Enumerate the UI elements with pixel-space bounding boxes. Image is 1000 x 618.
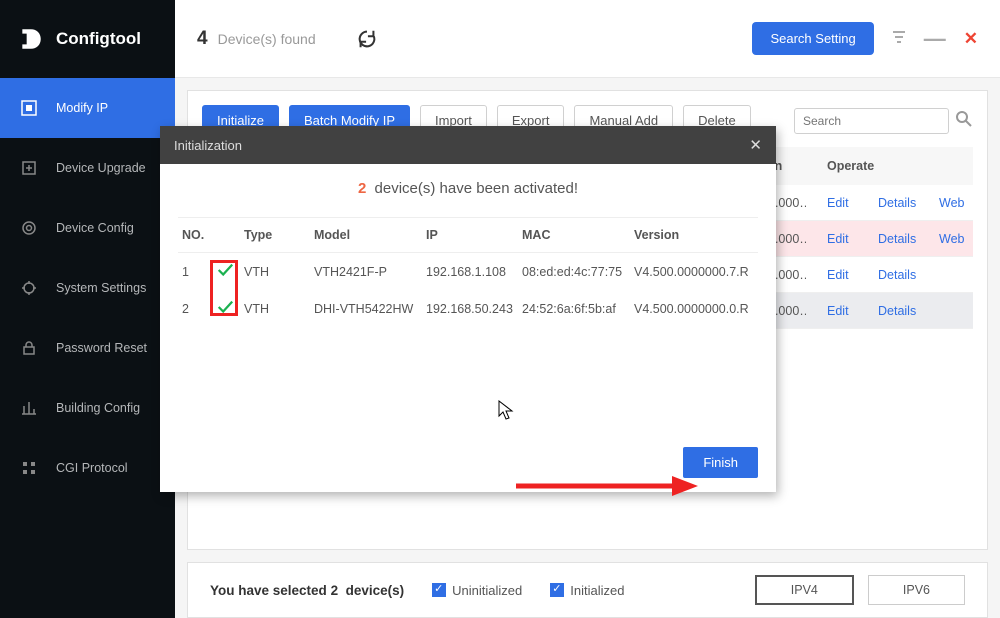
device-count: 4: [197, 28, 208, 50]
sidebar-item-device-upgrade[interactable]: Device Upgrade: [0, 138, 175, 198]
checkbox-icon: [432, 583, 446, 597]
web-link[interactable]: Web: [939, 232, 967, 246]
sidebar-item-modify-ip[interactable]: Modify IP: [0, 78, 175, 138]
device-row: 2 VTH DHI-VTH5422HW 192.168.50.243 24:52…: [178, 290, 758, 327]
sidebar-item-cgi-protocol[interactable]: CGI Protocol: [0, 438, 175, 498]
logo-area: Configtool: [0, 0, 175, 78]
checkbox-icon: [550, 583, 564, 597]
logo-icon: [18, 26, 44, 52]
device-found-label: Device(s) found: [218, 31, 316, 47]
ipv6-button[interactable]: IPV6: [868, 575, 965, 605]
col-ip: IP: [422, 218, 518, 253]
modal-close-icon[interactable]: ✕: [749, 136, 762, 154]
config-icon: [20, 219, 38, 237]
close-icon[interactable]: ✕: [964, 29, 978, 49]
details-link[interactable]: Details: [878, 268, 918, 282]
initialized-checkbox[interactable]: Initialized: [550, 583, 624, 598]
lock-icon: [20, 339, 38, 357]
col-no: NO.: [178, 218, 212, 253]
grid-icon: [20, 459, 38, 477]
sidebar-item-label: Modify IP: [56, 101, 108, 115]
search-input[interactable]: [794, 108, 949, 134]
sidebar-item-label: Device Config: [56, 221, 134, 235]
header: 4 Device(s) found Search Setting — ✕: [175, 0, 1000, 78]
edit-link[interactable]: Edit: [827, 196, 857, 210]
col-operate: Operate: [827, 159, 967, 173]
check-icon: [212, 290, 240, 327]
sidebar-item-label: Device Upgrade: [56, 161, 146, 175]
check-icon: [212, 253, 240, 291]
edit-link[interactable]: Edit: [827, 268, 857, 282]
col-mac: MAC: [518, 218, 630, 253]
selected-text: You have selected 2 device(s): [210, 583, 404, 598]
edit-link[interactable]: Edit: [827, 304, 857, 318]
web-link[interactable]: Web: [939, 196, 967, 210]
sidebar-item-label: CGI Protocol: [56, 461, 128, 475]
col-type: Type: [240, 218, 310, 253]
sidebar-item-device-config[interactable]: Device Config: [0, 198, 175, 258]
ipv4-button[interactable]: IPV4: [755, 575, 854, 605]
col-version: Version: [630, 218, 758, 253]
edit-link[interactable]: Edit: [827, 232, 857, 246]
gear-icon: [20, 279, 38, 297]
search-setting-button[interactable]: Search Setting: [752, 22, 873, 55]
app-name: Configtool: [56, 29, 141, 49]
upgrade-icon: [20, 159, 38, 177]
device-table: NO. Type Model IP MAC Version 1 VTH VTH2…: [178, 217, 758, 327]
sidebar-item-label: Building Config: [56, 401, 140, 415]
modal-title-bar: Initialization ✕: [160, 126, 776, 164]
col-model: Model: [310, 218, 422, 253]
search-icon[interactable]: [955, 110, 973, 132]
device-row: 1 VTH VTH2421F-P 192.168.1.108 08:ed:ed:…: [178, 253, 758, 291]
details-link[interactable]: Details: [878, 232, 918, 246]
building-icon: [20, 399, 38, 417]
finish-button[interactable]: Finish: [683, 447, 758, 478]
uninitialized-checkbox[interactable]: Uninitialized: [432, 583, 522, 598]
sidebar-item-building-config[interactable]: Building Config: [0, 378, 175, 438]
sidebar-item-label: System Settings: [56, 281, 146, 295]
sidebar-item-password-reset[interactable]: Password Reset: [0, 318, 175, 378]
modal-message: 2 device(s) have been activated!: [178, 180, 758, 197]
filter-icon[interactable]: [892, 30, 906, 47]
sidebar-item-system-settings[interactable]: System Settings: [0, 258, 175, 318]
sidebar: Configtool Modify IP Device Upgrade Devi…: [0, 0, 175, 618]
footer: You have selected 2 device(s) Uninitiali…: [187, 562, 988, 618]
modal-title: Initialization: [174, 138, 242, 153]
modify-ip-icon: [20, 99, 38, 117]
details-link[interactable]: Details: [878, 304, 918, 318]
minimize-icon[interactable]: —: [924, 26, 946, 52]
details-link[interactable]: Details: [878, 196, 918, 210]
refresh-icon[interactable]: [356, 28, 378, 50]
initialization-modal: Initialization ✕ 2 device(s) have been a…: [160, 126, 776, 492]
sidebar-item-label: Password Reset: [56, 341, 147, 355]
